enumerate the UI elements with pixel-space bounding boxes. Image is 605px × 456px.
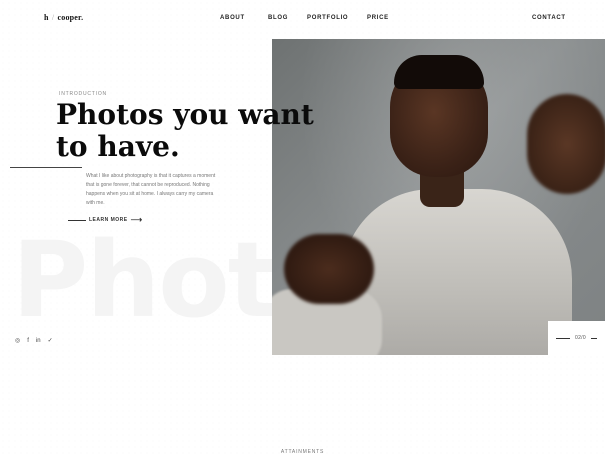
photo-subject-hand-right (527, 94, 605, 194)
nav-about[interactable]: ABOUT (220, 15, 245, 21)
nav-portfolio[interactable]: PORTFOLIO (307, 15, 348, 21)
arrow-right-icon: ⟶ (130, 215, 143, 224)
logo-initial: h (44, 13, 49, 22)
linkedin-icon[interactable]: in (36, 337, 41, 345)
hero-description: What I like about photography is that it… (86, 173, 216, 206)
nav-blog[interactable]: BLOG (268, 15, 288, 21)
attainments-section-label: ATTAINMENTS (280, 449, 325, 455)
headline-line-1: Photos you want (56, 98, 314, 131)
nav-contact[interactable]: CONTACT (532, 15, 566, 21)
hero-photo (272, 39, 605, 355)
photo-subject-hair (394, 55, 484, 89)
slider-prev-arrow-icon[interactable] (556, 337, 570, 339)
learn-more-link[interactable]: LEARN MORE ⟶ (68, 216, 143, 224)
hero-divider (10, 167, 82, 168)
slider-counter: 02/0 (575, 335, 586, 341)
logo-name: cooper. (57, 13, 84, 22)
site-logo[interactable]: h / cooper. (44, 13, 83, 22)
instagram-icon[interactable]: ◎ (15, 337, 20, 345)
facebook-icon[interactable]: f (27, 337, 29, 345)
social-links: ◎ f in ✓ (15, 337, 53, 345)
hero-headline: Photos you want to have. (56, 99, 314, 163)
twitter-icon[interactable]: ✓ (48, 337, 53, 345)
learn-more-line (68, 219, 86, 221)
slider-controls: 02/0 (548, 321, 605, 355)
logo-separator: / (51, 13, 55, 22)
learn-more-label: LEARN MORE (89, 217, 128, 223)
photo-subject-hand-left (284, 234, 374, 304)
nav-price[interactable]: PRICE (367, 15, 389, 21)
slider-next-arrow-icon[interactable] (590, 337, 597, 339)
headline-line-2: to have. (56, 130, 180, 163)
intro-label: INTRODUCTION (59, 91, 107, 97)
